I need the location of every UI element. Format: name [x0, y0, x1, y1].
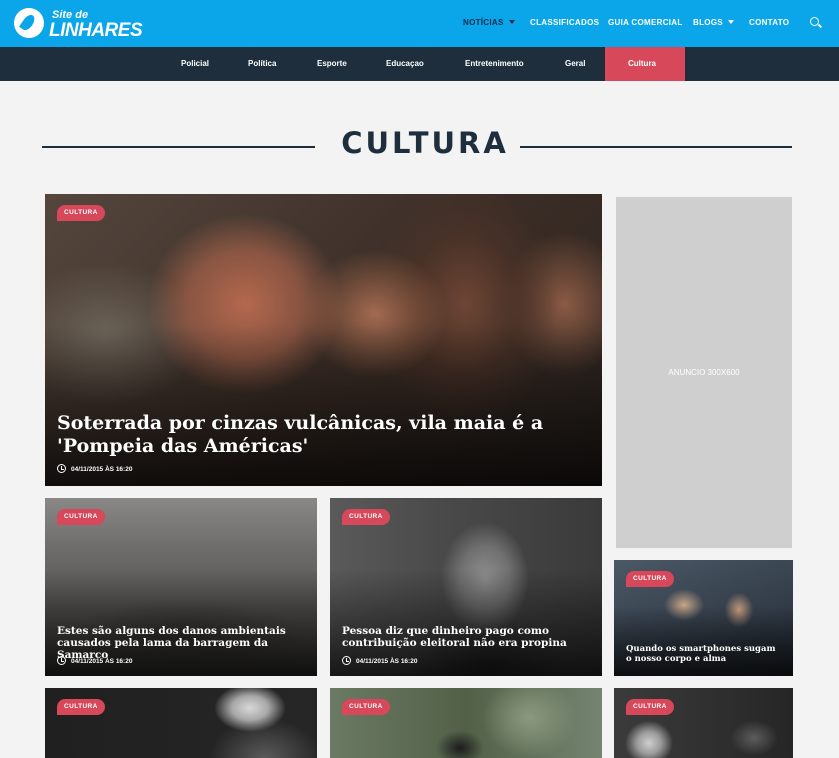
category-geral[interactable]: Geral — [565, 59, 585, 68]
category-cultura[interactable]: Cultura — [628, 59, 656, 68]
article-card[interactable]: CULTURA Estes são alguns dos danos ambie… — [45, 498, 317, 676]
chevron-down-icon — [727, 20, 734, 24]
article-date-text: 04/11/2015 ÀS 16:20 — [356, 658, 418, 665]
nav-contato[interactable]: CONTATO — [749, 18, 789, 27]
nav-blogs-label: BLOGS — [693, 18, 723, 27]
clock-icon — [342, 656, 351, 665]
category-badge[interactable]: CULTURA — [342, 699, 390, 715]
hero-article-card[interactable]: CULTURA Soterrada por cinzas vulcânicas,… — [45, 194, 602, 486]
category-badge[interactable]: CULTURA — [57, 699, 105, 715]
search-icon[interactable] — [810, 17, 821, 28]
nav-classificados[interactable]: CLASSIFICADOS — [530, 18, 599, 27]
category-educacao[interactable]: Educaçao — [386, 59, 424, 68]
article-card[interactable]: CULTURA — [330, 688, 602, 758]
category-badge[interactable]: CULTURA — [626, 699, 674, 715]
hero-date: 04/11/2015 ÀS 16:20 — [57, 464, 132, 473]
nav-guia-comercial[interactable]: GUIA COMERCIAL — [608, 18, 683, 27]
site-logo[interactable]: Site de LINHARES — [14, 8, 143, 41]
category-badge[interactable]: CULTURA — [57, 205, 105, 221]
chevron-down-icon — [508, 20, 515, 24]
article-date-text: 04/11/2015 ÀS 16:20 — [71, 658, 133, 665]
hero-date-text: 04/11/2015 ÀS 16:20 — [71, 466, 133, 473]
article-date: 04/11/2015 ÀS 16:20 — [342, 656, 417, 665]
article-card[interactable]: CULTURA — [45, 688, 317, 758]
nav-noticias-label: NOTÍCIAS — [463, 18, 504, 27]
nav-noticias[interactable]: NOTÍCIAS — [463, 18, 515, 27]
category-politica[interactable]: Política — [248, 59, 276, 68]
hero-photo-overlay — [45, 325, 602, 486]
ad-label: ANUNCIO 300X600 — [668, 368, 740, 377]
article-date: 04/11/2015 ÀS 16:20 — [57, 656, 132, 665]
category-policial[interactable]: Policial — [181, 59, 209, 68]
article-card[interactable]: CULTURA — [614, 688, 793, 758]
category-badge[interactable]: CULTURA — [626, 571, 674, 587]
page-title: CULTURA — [341, 126, 509, 160]
article-headline[interactable]: Quando os smartphones sugam o nosso corp… — [626, 644, 781, 664]
logo-mark-icon — [14, 8, 44, 38]
logo-big-text: LINHARES — [49, 20, 143, 41]
category-badge[interactable]: CULTURA — [57, 509, 105, 525]
category-esporte[interactable]: Esporte — [317, 59, 347, 68]
category-badge[interactable]: CULTURA — [342, 509, 390, 525]
hero-headline[interactable]: Soterrada por cinzas vulcânicas, vila ma… — [57, 412, 590, 458]
clock-icon — [57, 464, 66, 473]
article-photo-overlay — [614, 606, 793, 676]
article-card[interactable]: CULTURA Pessoa diz que dinheiro pago com… — [330, 498, 602, 676]
category-entretenimento[interactable]: Entretenimento — [465, 59, 524, 68]
nav-blogs[interactable]: BLOGS — [693, 18, 734, 27]
article-headline[interactable]: Pessoa diz que dinheiro pago como contri… — [342, 625, 590, 649]
title-divider-right — [520, 146, 792, 148]
title-divider-left — [42, 146, 315, 148]
clock-icon — [57, 656, 66, 665]
category-bar: Policial Política Esporte Educaçao Entre… — [0, 47, 839, 81]
site-header: Site de LINHARES NOTÍCIAS CLASSIFICADOS … — [0, 0, 839, 47]
ad-slot[interactable]: ANUNCIO 300X600 — [616, 197, 792, 548]
article-card[interactable]: CULTURA Quando os smartphones sugam o no… — [614, 560, 793, 676]
